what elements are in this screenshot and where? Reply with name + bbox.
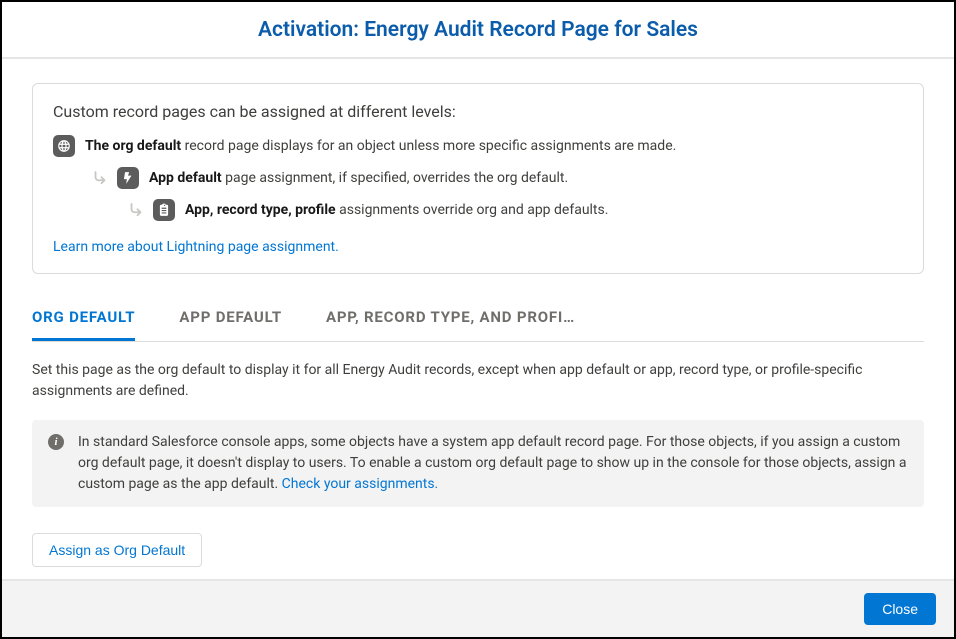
- level-desc: assignments override org and app default…: [336, 202, 609, 218]
- modal-title: Activation: Energy Audit Record Page for…: [2, 18, 954, 42]
- globe-icon: [53, 135, 75, 157]
- level-desc: page assignment, if specified, overrides…: [222, 170, 569, 186]
- notice-text: In standard Salesforce console apps, som…: [78, 434, 907, 492]
- modal-content: Custom record pages can be assigned at d…: [2, 59, 954, 579]
- tab-app-record-profile[interactable]: APP, RECORD TYPE, AND PROFI…: [326, 302, 575, 341]
- check-assignments-link[interactable]: Check your assignments.: [282, 476, 439, 492]
- level-app-record-profile: App, record type, profile assignments ov…: [125, 199, 903, 221]
- close-button[interactable]: Close: [864, 593, 936, 625]
- level-label: App, record type, profile: [185, 202, 336, 218]
- level-app-default: App default page assignment, if specifie…: [89, 167, 903, 189]
- assignment-levels-title: Custom record pages can be assigned at d…: [53, 102, 903, 121]
- assign-as-org-default-button[interactable]: Assign as Org Default: [32, 533, 202, 567]
- clipboard-icon: [153, 199, 175, 221]
- level-org-default: The org default record page displays for…: [53, 135, 903, 157]
- info-icon: i: [48, 434, 64, 450]
- activation-modal: Activation: Energy Audit Record Page for…: [2, 2, 954, 637]
- notice-text-container: In standard Salesforce console apps, som…: [78, 432, 908, 495]
- level-label: App default: [149, 170, 222, 186]
- learn-more-link[interactable]: Learn more about Lightning page assignme…: [53, 239, 339, 255]
- indent-arrow-icon: [125, 199, 147, 221]
- tab-org-default[interactable]: ORG DEFAULT: [32, 302, 135, 341]
- level-label: The org default: [85, 138, 181, 154]
- assignment-levels-box: Custom record pages can be assigned at d…: [32, 83, 924, 274]
- level-text: App default page assignment, if specifie…: [149, 167, 568, 189]
- tab-app-default[interactable]: APP DEFAULT: [179, 302, 282, 341]
- console-notice: i In standard Salesforce console apps, s…: [32, 420, 924, 507]
- modal-header: Activation: Energy Audit Record Page for…: [2, 2, 954, 57]
- bolt-icon: [117, 167, 139, 189]
- indent-arrow-icon: [89, 167, 111, 189]
- tabs: ORG DEFAULT APP DEFAULT APP, RECORD TYPE…: [32, 302, 924, 342]
- level-text: App, record type, profile assignments ov…: [185, 199, 608, 221]
- modal-footer: Close: [2, 579, 954, 637]
- tab-description: Set this page as the org default to disp…: [32, 360, 924, 402]
- level-text: The org default record page displays for…: [85, 135, 676, 157]
- level-desc: record page displays for an object unles…: [181, 138, 676, 154]
